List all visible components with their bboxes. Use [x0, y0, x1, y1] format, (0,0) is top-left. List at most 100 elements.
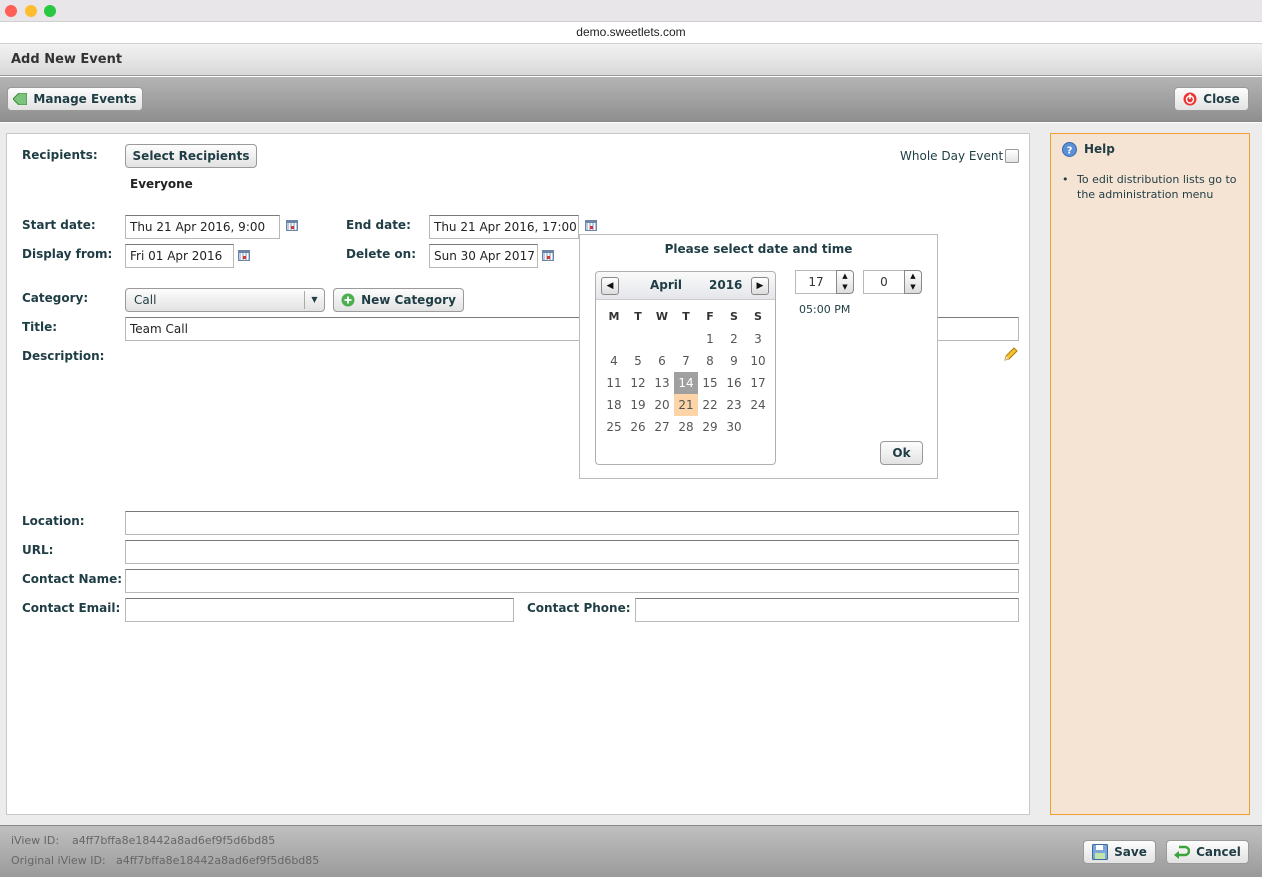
delete-on-input[interactable]: Sun 30 Apr 2017	[429, 244, 538, 268]
page-header: Add New Event	[0, 44, 1262, 76]
help-title: Help	[1084, 142, 1115, 156]
add-icon	[341, 293, 355, 307]
close-button[interactable]: Close	[1174, 87, 1249, 111]
calendar-day[interactable]: 25	[602, 416, 626, 438]
category-label: Category:	[22, 291, 89, 305]
whole-day-label: Whole Day Event	[900, 149, 1004, 163]
calendar-day[interactable]: 20	[650, 394, 674, 416]
zoom-window-button[interactable]	[44, 5, 56, 17]
undo-arrow-icon	[1174, 845, 1191, 859]
calendar-day[interactable]: 5	[626, 350, 650, 372]
calendar-day[interactable]: 13	[650, 372, 674, 394]
weekday-header: F	[706, 310, 714, 323]
pencil-icon[interactable]	[1003, 346, 1019, 362]
weekday-header: W	[655, 310, 669, 323]
calendar-day[interactable]: 26	[626, 416, 650, 438]
contact-phone-label: Contact Phone:	[527, 601, 631, 615]
calendar-day[interactable]: 24	[746, 394, 770, 416]
calendar-day[interactable]: 10	[746, 350, 770, 372]
contact-phone-input[interactable]	[635, 598, 1019, 622]
category-select[interactable]: Call ▼	[125, 288, 325, 312]
description-label: Description:	[22, 349, 105, 363]
calendar-day[interactable]: 15	[698, 372, 722, 394]
whole-day-checkbox[interactable]	[1005, 149, 1019, 163]
ok-label: Ok	[892, 446, 911, 460]
location-input[interactable]	[125, 511, 1019, 535]
calendar-day[interactable]: 12	[626, 372, 650, 394]
calendar-icon[interactable]	[286, 220, 298, 231]
calendar-day[interactable]: 3	[746, 328, 770, 350]
contact-name-input[interactable]	[125, 569, 1019, 593]
contact-name-label: Contact Name:	[22, 572, 123, 586]
weekday-header: T	[634, 310, 642, 323]
calendar-day[interactable]: 17	[746, 372, 770, 394]
new-category-button[interactable]: New Category	[333, 288, 464, 312]
prev-month-button[interactable]: ◀	[601, 277, 619, 295]
manage-events-button[interactable]: Manage Events	[7, 87, 143, 111]
url-bar[interactable]: demo.sweetlets.com	[0, 22, 1262, 44]
calendar-day-selected[interactable]: 14	[674, 372, 698, 394]
save-button[interactable]: Save	[1083, 840, 1156, 864]
help-item: • To edit distribution lists go to the a…	[1061, 172, 1246, 202]
minute-stepper-arrows[interactable]: ▲ ▼	[904, 270, 922, 294]
contact-email-input[interactable]	[125, 598, 514, 622]
arrow-up-icon[interactable]: ▲	[842, 272, 847, 280]
hour-value[interactable]: 17	[795, 270, 837, 294]
select-recipients-button[interactable]: Select Recipients	[125, 144, 257, 168]
arrow-up-icon[interactable]: ▲	[910, 272, 915, 280]
window-titlebar	[0, 0, 1262, 22]
cancel-button[interactable]: Cancel	[1166, 840, 1249, 864]
calendar-day[interactable]: 22	[698, 394, 722, 416]
new-category-label: New Category	[361, 293, 456, 307]
hour-spinner[interactable]: 17 ▲ ▼	[795, 270, 854, 294]
calendar-day[interactable]: 2	[722, 328, 746, 350]
iview-id-value: a4ff7bffa8e18442a8ad6ef9f5d6bd85	[72, 834, 276, 847]
original-iview-id-label: Original iView ID:	[11, 854, 106, 867]
calendar-day[interactable]: 19	[626, 394, 650, 416]
calendar-icon[interactable]	[238, 250, 250, 261]
calendar-day[interactable]: 6	[650, 350, 674, 372]
calendar-month[interactable]: April	[650, 278, 682, 292]
minute-spinner[interactable]: 0 ▲ ▼	[863, 270, 922, 294]
calendar-day[interactable]: 28	[674, 416, 698, 438]
arrow-down-icon[interactable]: ▼	[842, 283, 847, 291]
empty-day-cell	[602, 328, 626, 350]
calendar-day[interactable]: 27	[650, 416, 674, 438]
calendar-day[interactable]: 7	[674, 350, 698, 372]
calendar-day[interactable]: 30	[722, 416, 746, 438]
display-from-input[interactable]: Fri 01 Apr 2016	[125, 244, 234, 268]
title-label: Title:	[22, 320, 58, 334]
calendar-day[interactable]: 8	[698, 350, 722, 372]
time-display: 05:00 PM	[799, 303, 851, 316]
chevron-down-icon: ▼	[304, 291, 324, 309]
calendar-day[interactable]: 16	[722, 372, 746, 394]
next-month-button[interactable]: ▶	[751, 277, 769, 295]
calendar-day[interactable]: 18	[602, 394, 626, 416]
ok-button[interactable]: Ok	[880, 441, 923, 465]
calendar-day-current[interactable]: 21	[674, 394, 698, 416]
toolbar: Manage Events Close	[0, 77, 1262, 122]
close-window-button[interactable]	[5, 5, 17, 17]
iview-id-label: iView ID:	[11, 834, 60, 847]
save-label: Save	[1114, 845, 1147, 859]
end-date-input[interactable]: Thu 21 Apr 2016, 17:00	[429, 215, 579, 239]
svg-text:?: ?	[1067, 146, 1073, 157]
minute-value[interactable]: 0	[863, 270, 905, 294]
calendar-day[interactable]: 29	[698, 416, 722, 438]
calendar-day[interactable]: 23	[722, 394, 746, 416]
calendar-day[interactable]: 4	[602, 350, 626, 372]
minimize-window-button[interactable]	[25, 5, 37, 17]
picker-title: Please select date and time	[664, 242, 853, 256]
calendar-day[interactable]: 11	[602, 372, 626, 394]
calendar-icon[interactable]	[585, 220, 597, 231]
hour-stepper-arrows[interactable]: ▲ ▼	[836, 270, 854, 294]
floppy-disk-icon	[1092, 844, 1109, 860]
calendar: ◀ April 2016 ▶ M T W T F S S 1 2 3 4 5 6 7 8 9 10 11 12 13 1…	[595, 271, 776, 465]
calendar-day[interactable]: 9	[722, 350, 746, 372]
arrow-down-icon[interactable]: ▼	[910, 283, 915, 291]
calendar-year[interactable]: 2016	[709, 278, 742, 292]
calendar-icon[interactable]	[542, 250, 554, 261]
calendar-day[interactable]: 1	[698, 328, 722, 350]
url-input[interactable]	[125, 540, 1019, 564]
start-date-input[interactable]: Thu 21 Apr 2016, 9:00	[125, 215, 280, 239]
